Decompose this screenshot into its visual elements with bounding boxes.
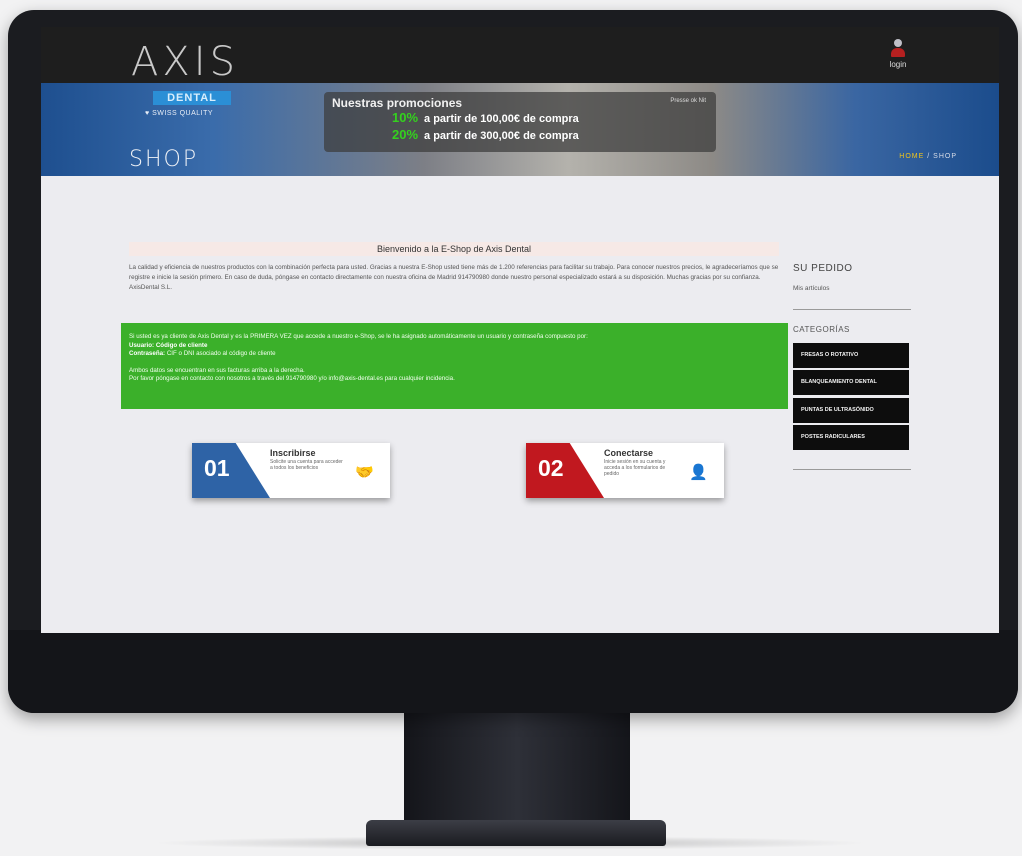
notice-line: Si usted es ya cliente de Axis Dental y … <box>129 333 588 340</box>
sidebar-divider <box>793 469 911 470</box>
promotion-percent: 20% <box>392 127 419 142</box>
promotion-percent: 10% <box>392 110 419 125</box>
notice-user-label: Usuario: <box>129 341 155 349</box>
promotion-line: 10% a partir de 100,00€ de compra <box>392 110 708 127</box>
handshake-icon: 🤝 <box>355 464 374 481</box>
category-fresas-button[interactable]: FRESAS O ROTATIVO <box>793 343 909 368</box>
notice-line: Ambos datos se encuentran en sus factura… <box>129 366 305 374</box>
first-login-notice: Si usted es ya cliente de Axis Dental y … <box>121 323 788 409</box>
login-label: login <box>889 60 907 69</box>
breadcrumb-home-link[interactable]: HOME <box>899 153 924 160</box>
step-title: Inscribirse <box>270 448 316 458</box>
category-postes-button[interactable]: POSTES RADICULARES <box>793 425 909 450</box>
promotions-close-text[interactable]: Presse ok Nit <box>670 98 706 104</box>
monitor-stand-base <box>366 820 666 846</box>
monitor-chin <box>8 630 1018 713</box>
breadcrumb-current: SHOP <box>933 153 957 160</box>
login-button[interactable]: login <box>883 39 913 69</box>
breadcrumb: HOME / SHOP <box>899 153 957 160</box>
notice-pass-value: CIF o DNI asociado al código de cliente <box>166 350 276 357</box>
intro-paragraph: La calidad y eficiencia de nuestros prod… <box>129 264 779 291</box>
category-puntas-button[interactable]: PUNTAS DE ULTRASÓNIDO <box>793 398 909 423</box>
hero-banner: DENTAL ♥ SWISS QUALITY SHOP Nuestras pro… <box>41 83 999 176</box>
monitor-stand <box>404 712 630 830</box>
page-title: SHOP <box>129 147 199 172</box>
notice-spacer <box>129 359 780 367</box>
categories-title: CATEGORÍAS <box>793 325 850 334</box>
axis-logo[interactable]: AXIS <box>131 39 239 85</box>
promotion-text: a partir de 100,00€ de compra <box>424 113 579 125</box>
step-description: Solicite una cuenta para acceder a todos… <box>270 459 343 471</box>
notice-user-line: Usuario: Código de cliente <box>129 342 780 351</box>
login-step-card[interactable]: 02 Conectarse Inicie sesión en su cuenta… <box>526 443 724 498</box>
step-description: Inicie sesión en su cuenta y acceda a lo… <box>604 459 666 477</box>
notice-user-value: Código de cliente <box>155 341 208 349</box>
order-title: SU PEDIDO <box>793 263 853 274</box>
top-navbar: AXIS login <box>41 27 999 85</box>
step-number: 02 <box>526 443 604 498</box>
sidebar-divider <box>793 309 911 310</box>
promotion-line: 20% a partir de 300,00€ de compra <box>392 127 708 144</box>
step-title: Conectarse <box>604 448 654 458</box>
my-items-link[interactable]: Mis artículos <box>793 285 829 292</box>
breadcrumb-separator: / <box>927 153 931 160</box>
website-screen: AXIS login DENTAL ♥ SWISS QUALITY SHOP N… <box>41 27 999 633</box>
user-icon: 👤 <box>689 464 708 481</box>
step-number: 01 <box>192 443 270 498</box>
notice-pass-line: Contraseña: CIF o DNI asociado al código… <box>129 350 780 359</box>
promotions-box: Nuestras promociones Presse ok Nit 10% a … <box>324 92 716 152</box>
notice-line: Por favor póngase en contacto con nosotr… <box>129 375 455 382</box>
register-step-card[interactable]: 01 Inscribirse Solicite una cuenta para … <box>192 443 390 498</box>
promotion-text: a partir de 300,00€ de compra <box>424 130 579 142</box>
welcome-heading: Bienvenido a la E-Shop de Axis Dental <box>129 242 779 256</box>
dental-brand-box: DENTAL <box>153 91 231 105</box>
category-blanqueamiento-button[interactable]: BLANQUEAMIENTO DENTAL <box>793 370 909 395</box>
swiss-quality-tagline: ♥ SWISS QUALITY <box>145 110 214 117</box>
notice-pass-label: Contraseña: <box>129 350 166 357</box>
user-icon <box>891 39 905 59</box>
promotions-title: Nuestras promociones <box>332 96 463 110</box>
